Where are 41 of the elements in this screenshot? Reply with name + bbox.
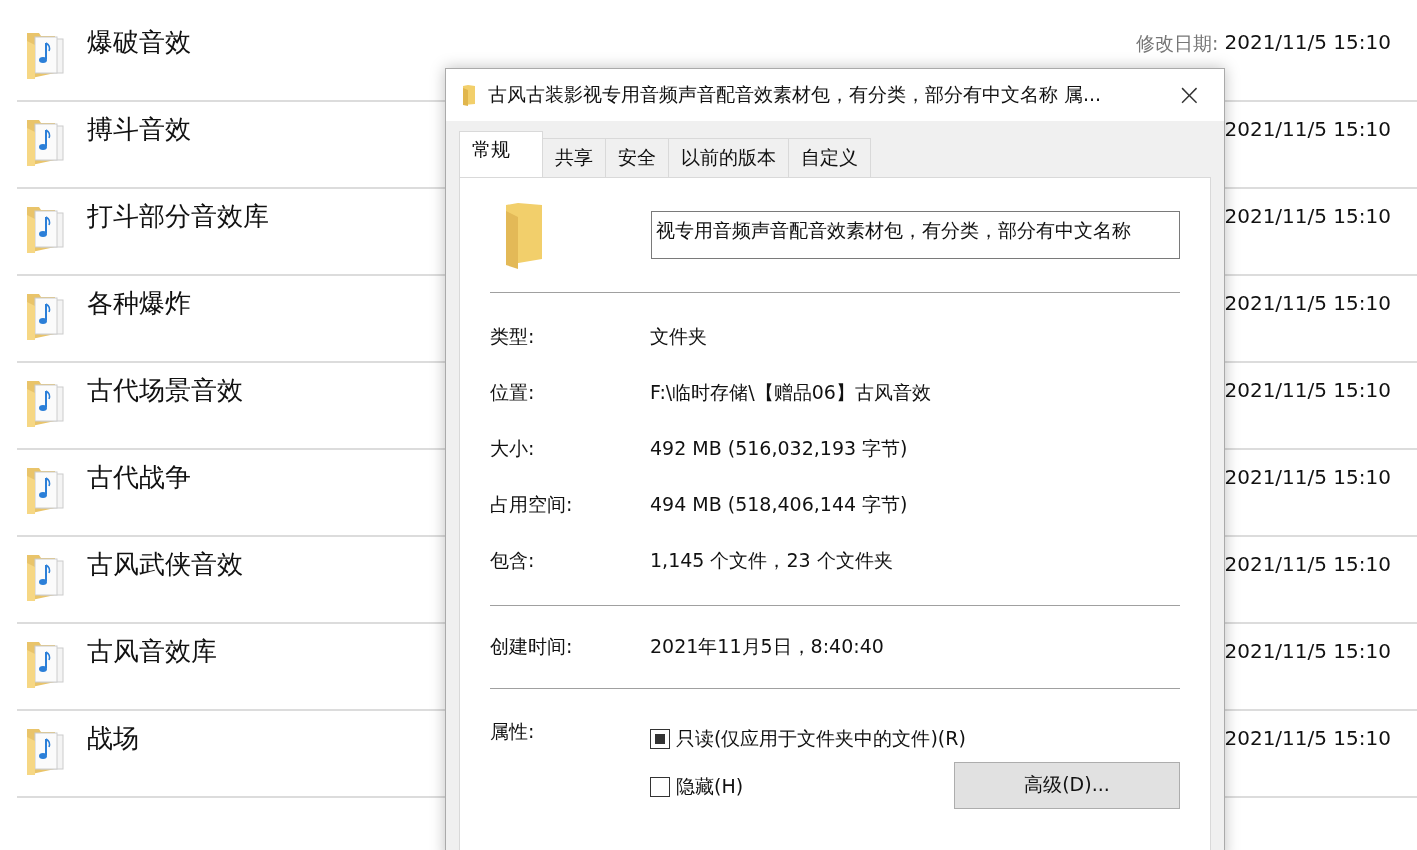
property-label: 类型: xyxy=(490,324,536,349)
file-name: 古风音效库 xyxy=(87,635,217,668)
property-label: 包含: xyxy=(490,548,536,573)
file-name: 战场 xyxy=(87,722,139,755)
property-value: 文件夹 xyxy=(650,324,707,349)
property-value: F:\临时存储\【赠品06】古风音效 xyxy=(650,380,931,405)
modified-date: 2021/11/5 15:10 xyxy=(1224,378,1391,402)
file-name: 爆破音效 xyxy=(87,26,191,59)
checkbox-label: 隐藏(H) xyxy=(676,774,744,799)
property-value: 492 MB (516,032,193 字节) xyxy=(650,436,908,461)
name-field[interactable]: 视专用音频声音配音效素材包，有分类，部分有中文名称 xyxy=(651,211,1180,259)
modified-date: 2021/11/5 15:10 xyxy=(1224,30,1391,54)
modified-date: 2021/11/5 15:10 xyxy=(1224,726,1391,750)
property-label: 大小: xyxy=(490,436,536,461)
modified-date: 2021/11/5 15:10 xyxy=(1224,465,1391,489)
checkbox[interactable] xyxy=(650,729,670,749)
folder-icon xyxy=(462,84,476,106)
file-name: 古代战争 xyxy=(87,461,191,494)
property-value: 1,145 个文件，23 个文件夹 xyxy=(650,548,893,573)
advanced-button[interactable]: 高级(D)... xyxy=(954,761,1180,809)
property-label: 创建时间: xyxy=(490,634,574,659)
modified-date: 2021/11/5 15:10 xyxy=(1224,117,1391,141)
modified-date: 2021/11/5 15:10 xyxy=(1224,552,1391,576)
file-name: 古代场景音效 xyxy=(87,374,243,407)
checkbox[interactable] xyxy=(650,777,670,797)
tab[interactable]: 常规 xyxy=(459,131,543,177)
tab[interactable]: 自定义 xyxy=(788,138,871,177)
file-name: 打斗部分音效库 xyxy=(87,200,269,233)
property-label: 位置: xyxy=(490,380,536,405)
modified-date: 2021/11/5 15:10 xyxy=(1224,204,1391,228)
property-value: 2021年11月5日，8:40:40 xyxy=(650,634,884,659)
checkbox-label: 只读(仅应用于文件夹中的文件)(R) xyxy=(676,726,966,751)
modified-date: 2021/11/5 15:10 xyxy=(1224,639,1391,663)
property-label: 占用空间: xyxy=(490,492,574,517)
file-name: 古风武侠音效 xyxy=(87,548,243,581)
file-name: 搏斗音效 xyxy=(87,113,191,146)
date-label: 修改日期: xyxy=(1136,31,1219,56)
property-label: 属性: xyxy=(490,719,536,744)
property-value: 494 MB (518,406,144 字节) xyxy=(650,492,908,517)
modified-date: 2021/11/5 15:10 xyxy=(1224,291,1391,315)
file-name: 各种爆炸 xyxy=(87,287,191,320)
